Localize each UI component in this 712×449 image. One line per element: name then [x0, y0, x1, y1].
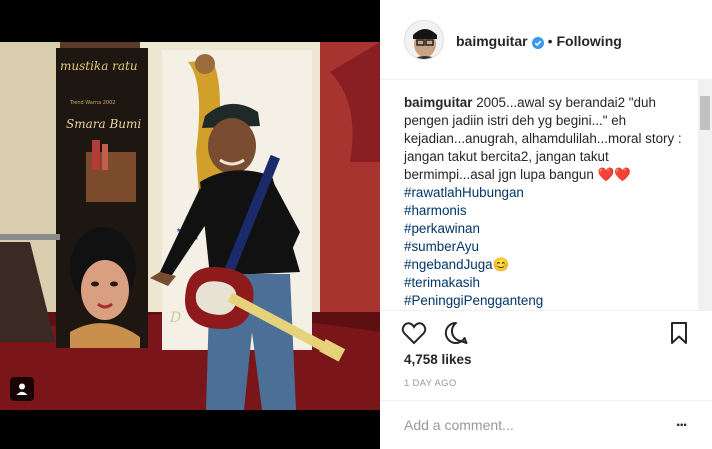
- likes-count[interactable]: 4,758 likes: [404, 352, 472, 367]
- heart-icon[interactable]: [400, 319, 428, 347]
- banner-brand: mustika ratu: [60, 59, 138, 73]
- hashtag-list: #rawatlahHubungan #harmonis #perkawinan …: [404, 184, 696, 310]
- post-photo[interactable]: mustika ratu Trend Warna 2002 Smara Bumi…: [0, 42, 380, 410]
- bookmark-icon[interactable]: [665, 319, 693, 347]
- post-header: baimguitar • Following: [380, 0, 712, 80]
- hashtag-link[interactable]: #PeninggiPengganteng: [404, 292, 696, 310]
- photo-illustration: mustika ratu Trend Warna 2002 Smara Bumi…: [0, 42, 380, 410]
- comment-bar: ...: [380, 400, 712, 449]
- comment-input[interactable]: [404, 415, 654, 435]
- post-detail-panel: baimguitar • Following baimguitar 2005..…: [380, 0, 712, 449]
- header-username-link[interactable]: baimguitar: [456, 32, 528, 50]
- hashtag-link[interactable]: #harmonis: [404, 202, 696, 220]
- caption-scrollbar-thumb[interactable]: [700, 96, 710, 130]
- caption-body: baimguitar 2005...awal sy berandai2 "duh…: [404, 94, 696, 184]
- separator-dot: •: [547, 33, 553, 49]
- comment-bubble-icon[interactable]: [442, 319, 470, 347]
- hashtag-link[interactable]: #terimakasih: [404, 274, 696, 292]
- post-timestamp[interactable]: 1 DAY AGO: [404, 378, 457, 389]
- user-tag-icon[interactable]: [10, 377, 34, 401]
- caption-scroll-area[interactable]: baimguitar 2005...awal sy berandai2 "duh…: [380, 80, 712, 310]
- post-actions: [380, 310, 712, 354]
- hashtag-link[interactable]: #perkawinan: [404, 220, 696, 238]
- post-caption: baimguitar 2005...awal sy berandai2 "duh…: [404, 94, 696, 310]
- avatar[interactable]: [404, 20, 444, 60]
- hashtag-link[interactable]: #rawatlahHubungan: [404, 184, 696, 202]
- banner-title: Smara Bumi: [66, 117, 141, 131]
- banner-tagline: Trend Warna 2002: [69, 100, 115, 106]
- svg-text:D: D: [169, 310, 181, 326]
- following-button[interactable]: Following: [556, 33, 621, 49]
- hashtag-link[interactable]: #ngebandJuga😊: [404, 256, 696, 274]
- post-media-area: mustika ratu Trend Warna 2002 Smara Bumi…: [0, 0, 380, 449]
- verified-badge-icon: [531, 35, 544, 49]
- caption-username-link[interactable]: baimguitar: [404, 95, 472, 110]
- header-user-line: baimguitar • Following: [456, 32, 622, 50]
- hashtag-link[interactable]: #sumberAyu: [404, 238, 696, 256]
- more-options-icon[interactable]: ...: [676, 414, 692, 433]
